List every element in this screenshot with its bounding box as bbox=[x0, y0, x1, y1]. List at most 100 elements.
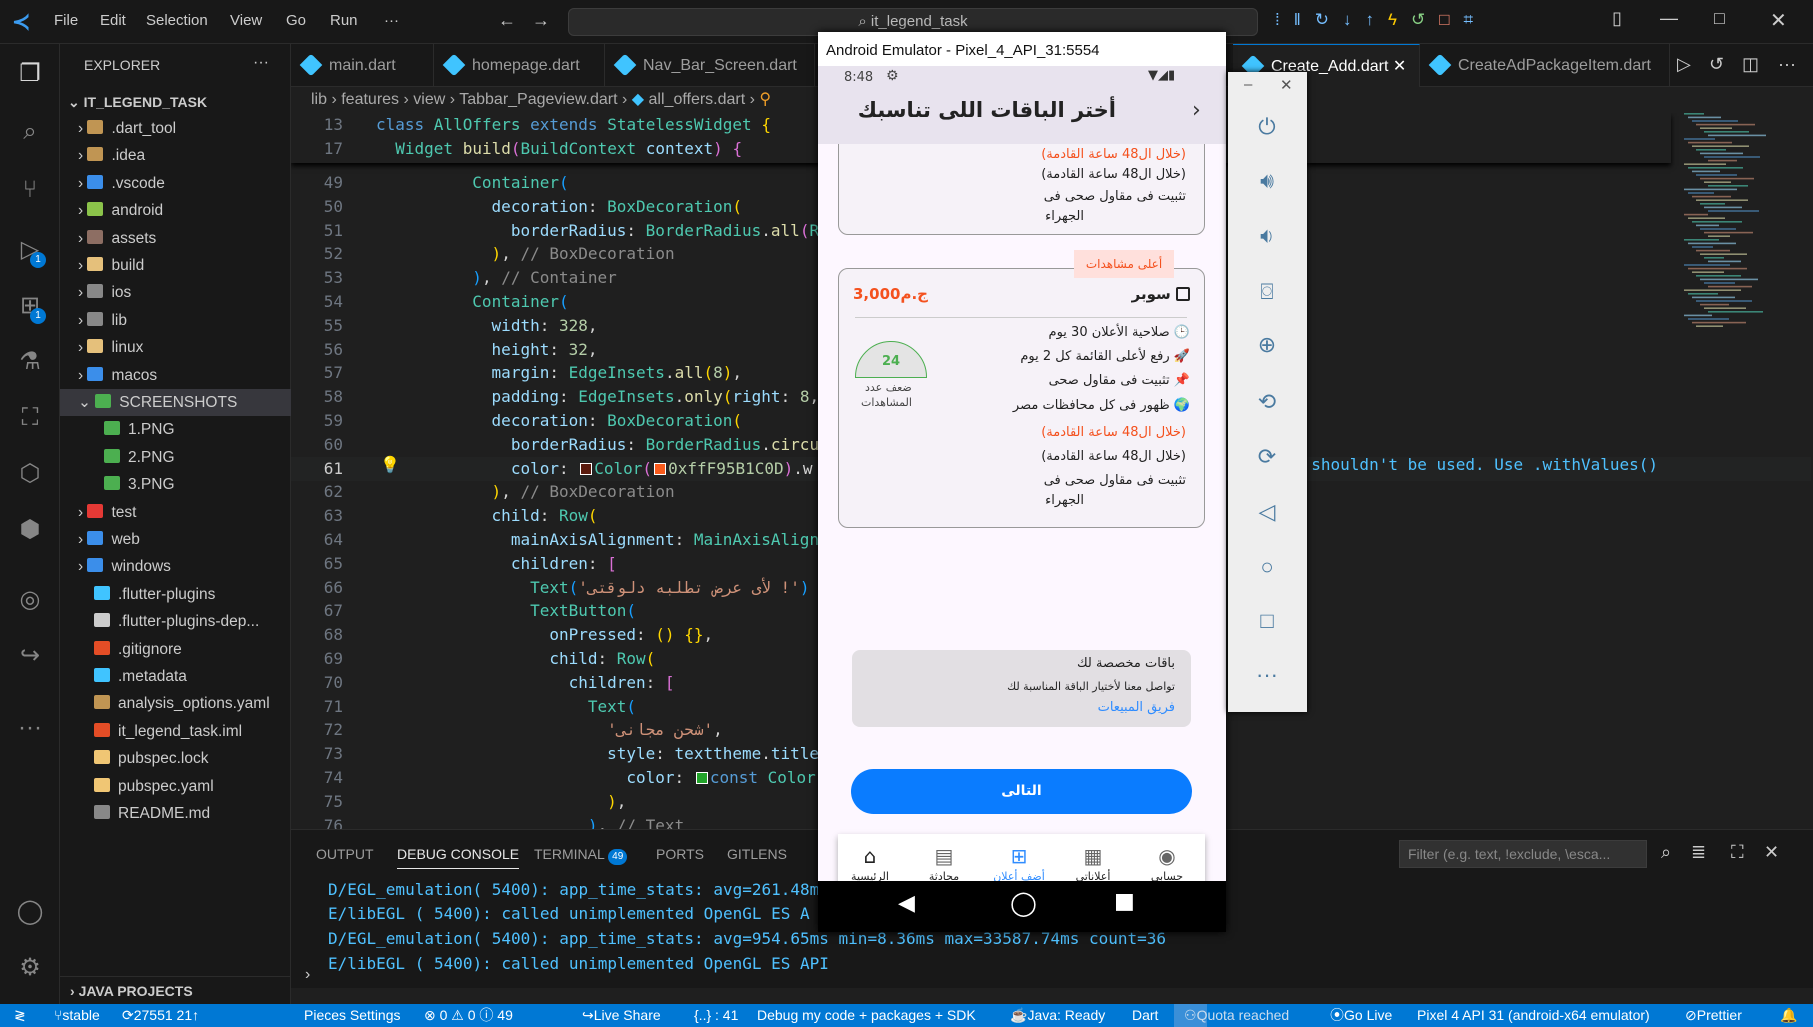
status-sync[interactable]: ⟳ 27551 21↑ bbox=[122, 1004, 199, 1027]
editor-more-icon[interactable]: ··· bbox=[1778, 54, 1796, 75]
home-icon[interactable]: ○ bbox=[1250, 550, 1284, 584]
panel-tab-ports[interactable]: PORTS bbox=[656, 846, 704, 862]
status-prettier[interactable]: ⊘ Prettier bbox=[1685, 1004, 1742, 1027]
volume-down-icon[interactable]: 🔉︎ bbox=[1250, 219, 1284, 253]
source-control-icon[interactable]: ⑂ bbox=[14, 174, 46, 206]
panel-tab-output[interactable]: OUTPUT bbox=[316, 846, 374, 862]
android-back-icon[interactable]: ◀ bbox=[898, 891, 915, 916]
status-pieces[interactable]: Pieces Settings bbox=[304, 1004, 401, 1027]
tree-item[interactable]: .flutter-plugins-dep... bbox=[60, 608, 291, 635]
status-device[interactable]: Pixel 4 API 31 (android-x64 emulator) bbox=[1417, 1004, 1650, 1027]
emulator-close-button[interactable]: ✕ bbox=[1280, 76, 1293, 94]
menu-more[interactable]: ··· bbox=[384, 12, 399, 29]
rotate-right-icon[interactable]: ⟳ bbox=[1250, 440, 1284, 474]
console-input-chevron[interactable]: › bbox=[305, 966, 310, 984]
sales-team-link[interactable]: فريق المبيعات bbox=[1098, 700, 1175, 715]
camera-icon[interactable]: ⌼ bbox=[1250, 275, 1284, 309]
checkbox[interactable] bbox=[1176, 287, 1190, 301]
tree-item[interactable]: it_legend_task.iml bbox=[60, 718, 291, 745]
breadcrumb-item[interactable]: all_offers.dart bbox=[649, 91, 746, 108]
remote-explorer-icon[interactable]: ⛶ bbox=[14, 402, 46, 434]
back-icon[interactable]: ◁ bbox=[1250, 495, 1284, 529]
tree-item[interactable]: 2.PNG bbox=[60, 444, 291, 471]
nav-item-my-ads[interactable]: ▦ أعلاناتى bbox=[1058, 844, 1128, 883]
tab-createadpackageitem-dart[interactable]: CreateAdPackageItem.dart bbox=[1420, 44, 1670, 87]
tree-item[interactable]: › android bbox=[60, 197, 291, 224]
menu-run[interactable]: Run bbox=[330, 12, 358, 29]
tree-item[interactable]: .gitignore bbox=[60, 636, 291, 663]
live-share-icon[interactable]: ↪ bbox=[14, 640, 46, 672]
extensions-icon[interactable]: ⊞ 1 bbox=[14, 290, 46, 324]
tree-item[interactable]: › macos bbox=[60, 362, 291, 389]
testing-icon[interactable]: ⚗ bbox=[14, 346, 46, 378]
explorer-icon[interactable]: ❐ bbox=[14, 58, 46, 90]
nav-item-add-ad[interactable]: ⊞ أضف أعلان bbox=[984, 844, 1054, 883]
volume-up-icon[interactable]: 🔊︎ bbox=[1250, 164, 1284, 198]
panel-tab-debug-console[interactable]: DEBUG CONSOLE bbox=[397, 846, 520, 869]
back-icon[interactable]: ← bbox=[498, 10, 516, 31]
emulator-minimize-button[interactable]: – bbox=[1244, 76, 1252, 93]
maximize-button[interactable]: □ bbox=[1714, 8, 1725, 29]
status-debug-mode[interactable]: Debug my code + packages + SDK bbox=[757, 1004, 976, 1027]
forward-icon[interactable]: → bbox=[532, 10, 550, 31]
menu-edit[interactable]: Edit bbox=[100, 12, 126, 29]
package-card-super[interactable]: سوبر 3,000ج.م 24 ضعف عدد المشاهدات 🕒 صلا… bbox=[838, 268, 1205, 528]
more-options-icon[interactable]: ··· bbox=[1250, 658, 1284, 692]
rotate-left-icon[interactable]: ⟲ bbox=[1250, 385, 1284, 419]
tree-item[interactable]: 3.PNG bbox=[60, 471, 291, 498]
tree-item[interactable]: .metadata bbox=[60, 663, 291, 690]
breadcrumb-item[interactable]: view bbox=[413, 91, 445, 108]
tab-homepage-dart[interactable]: homepage.dart bbox=[434, 44, 605, 87]
android-recents-icon[interactable]: ■ bbox=[1114, 889, 1135, 914]
tree-item[interactable]: › .dart_tool bbox=[60, 115, 291, 142]
run-icon[interactable]: ▷ bbox=[1677, 54, 1691, 75]
menu-selection[interactable]: Selection bbox=[146, 12, 208, 29]
breadcrumb-item[interactable]: features bbox=[341, 91, 399, 108]
accessibility-icon[interactable]: ◎ bbox=[14, 584, 46, 616]
power-icon[interactable]: ⏻ bbox=[1250, 110, 1284, 144]
close-window-button[interactable]: ✕ bbox=[1770, 8, 1787, 33]
breadcrumb-item[interactable]: Tabbar_Pageview.dart bbox=[459, 91, 617, 108]
console-filter-input[interactable]: Filter (e.g. text, !exclude, \esca... bbox=[1399, 840, 1647, 868]
status-branch[interactable]: ⑂ stable bbox=[54, 1004, 100, 1027]
status-language[interactable]: Dart bbox=[1132, 1004, 1158, 1027]
tree-item[interactable]: › web bbox=[60, 526, 291, 553]
settings-gear-icon[interactable]: ⚙ bbox=[14, 952, 46, 984]
lightbulb-icon[interactable]: 💡 bbox=[380, 455, 400, 475]
nav-item-chat[interactable]: ▤ محادثة bbox=[909, 844, 979, 883]
next-button[interactable]: التالى bbox=[851, 769, 1192, 814]
status-go-live[interactable]: ⦿ Go Live bbox=[1330, 1004, 1392, 1027]
tree-item[interactable]: › assets bbox=[60, 225, 291, 252]
tab-main-dart[interactable]: main.dart bbox=[291, 44, 434, 87]
nav-item-account[interactable]: ◉ حسابى bbox=[1132, 844, 1202, 883]
tree-item[interactable]: › .idea bbox=[60, 142, 291, 169]
tree-item[interactable]: › build bbox=[60, 252, 291, 279]
status-java[interactable]: ☕ Java: Ready bbox=[1010, 1004, 1105, 1027]
more-icon[interactable]: ··· bbox=[14, 712, 46, 744]
back-chevron-icon[interactable]: › bbox=[1192, 98, 1201, 123]
status-braces[interactable]: {..} : 41 bbox=[694, 1004, 738, 1027]
find-icon[interactable]: ⌕ bbox=[1661, 842, 1671, 863]
status-quota[interactable]: ⚇ Quota reached bbox=[1174, 1004, 1289, 1027]
split-editor-icon[interactable]: ◫ bbox=[1742, 54, 1759, 75]
search-icon[interactable]: ⌕ bbox=[14, 116, 46, 148]
overview-icon[interactable]: □ bbox=[1250, 604, 1284, 638]
layout-icon[interactable]: ▯ bbox=[1612, 8, 1622, 29]
tab-nav-bar-screen-dart[interactable]: Nav_Bar_Screen.dart bbox=[605, 44, 815, 87]
tree-item[interactable]: README.md bbox=[60, 800, 291, 827]
breadcrumb-item[interactable]: lib bbox=[311, 91, 327, 108]
tree-item[interactable]: .flutter-plugins bbox=[60, 581, 291, 608]
account-icon[interactable]: ◯ bbox=[14, 896, 46, 928]
package-icon[interactable]: ⬡ bbox=[14, 458, 46, 490]
minimize-button[interactable]: — bbox=[1660, 8, 1678, 29]
panel-tab-terminal[interactable]: TERMINAL 49 bbox=[534, 846, 628, 865]
zoom-icon[interactable]: ⊕ bbox=[1250, 328, 1284, 362]
tree-item[interactable]: › lib bbox=[60, 307, 291, 334]
menu-go[interactable]: Go bbox=[286, 12, 306, 29]
nav-item-home[interactable]: ⌂ الرئيسية bbox=[835, 844, 905, 883]
java-projects-section[interactable]: › JAVA PROJECTS bbox=[60, 976, 291, 1004]
tree-item[interactable]: 1.PNG bbox=[60, 416, 291, 443]
tree-item[interactable]: pubspec.lock bbox=[60, 745, 291, 772]
status-live-share[interactable]: ↪ Live Share bbox=[582, 1004, 661, 1027]
remote-icon[interactable]: ≷ bbox=[14, 1004, 26, 1027]
